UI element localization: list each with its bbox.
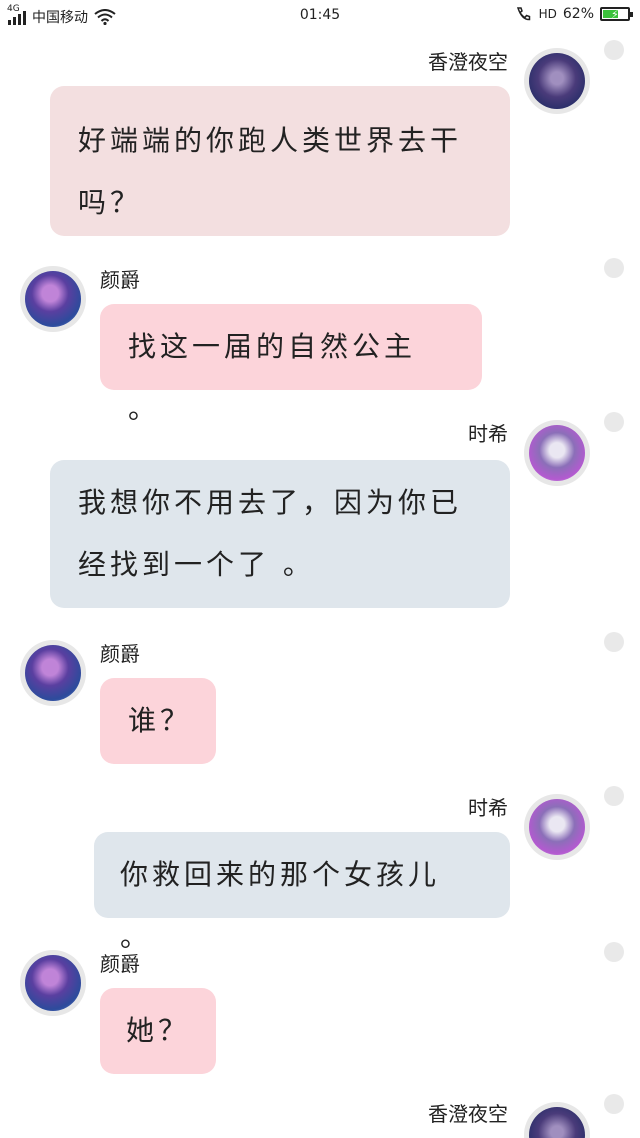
- status-bar: 4G 中国移动 01:45 HD 62% ⚡: [0, 0, 640, 34]
- call-hd-icon: [516, 7, 530, 21]
- message-bubble[interactable]: 好端端的你跑人类世界去干 吗？: [50, 86, 510, 236]
- avatar[interactable]: [524, 794, 590, 860]
- avatar[interactable]: [524, 48, 590, 114]
- avatar[interactable]: [524, 1102, 590, 1138]
- status-right: HD 62% ⚡: [515, 6, 633, 22]
- message-line: 吗？: [78, 186, 143, 219]
- avatar[interactable]: [20, 266, 86, 332]
- select-radio[interactable]: [604, 1094, 624, 1114]
- message-row: 时希 你救回来的那个女孩儿 。: [0, 786, 640, 953]
- charging-bolt-icon: ⚡: [611, 8, 619, 21]
- battery-percent: 62%: [562, 6, 594, 22]
- sender-name: 时希: [468, 422, 508, 446]
- sender-name: 香澄夜空: [428, 50, 508, 74]
- message-line: 她？: [126, 1014, 191, 1047]
- message-bubble[interactable]: 谁？: [100, 678, 216, 764]
- select-radio[interactable]: [604, 942, 624, 962]
- battery-charging-icon: ⚡: [600, 7, 633, 21]
- sender-name: 颜爵: [100, 952, 140, 976]
- sender-name: 颜爵: [100, 642, 140, 666]
- message-bubble[interactable]: 她？: [100, 988, 216, 1074]
- message-bubble[interactable]: 找这一届的自然公主 。: [100, 304, 482, 425]
- avatar[interactable]: [524, 420, 590, 486]
- select-radio[interactable]: [604, 40, 624, 60]
- select-radio[interactable]: [604, 786, 624, 806]
- avatar[interactable]: [20, 950, 86, 1016]
- message-line: 谁？: [128, 704, 193, 737]
- message-bubble[interactable]: 我想你不用去了，因为你已 经找到一个了 。: [50, 460, 510, 608]
- sender-name: 时希: [468, 796, 508, 820]
- message-line: 经找到一个了 。: [78, 548, 315, 581]
- message-line: 好端端的你跑人类世界去干: [78, 124, 463, 157]
- message-row: 颜爵 谁？: [0, 632, 640, 772]
- message-row: 香澄夜空 好端端的你跑人类世界去干 吗？: [0, 40, 640, 240]
- message-row: 香澄夜空: [0, 1094, 640, 1138]
- message-row: 颜爵 她？: [0, 942, 640, 1082]
- message-row: 时希 我想你不用去了，因为你已 经找到一个了 。: [0, 412, 640, 612]
- message-line: 我想你不用去了，因为你已: [78, 486, 463, 519]
- sender-name: 香澄夜空: [428, 1102, 508, 1126]
- avatar[interactable]: [20, 640, 86, 706]
- message-bubble[interactable]: 你救回来的那个女孩儿 。: [94, 832, 510, 953]
- select-radio[interactable]: [604, 632, 624, 652]
- hd-indicator: HD: [538, 7, 557, 21]
- message-row: 颜爵 找这一届的自然公主 。: [0, 258, 640, 425]
- select-radio[interactable]: [604, 258, 624, 278]
- select-radio[interactable]: [604, 412, 624, 432]
- sender-name: 颜爵: [100, 268, 140, 292]
